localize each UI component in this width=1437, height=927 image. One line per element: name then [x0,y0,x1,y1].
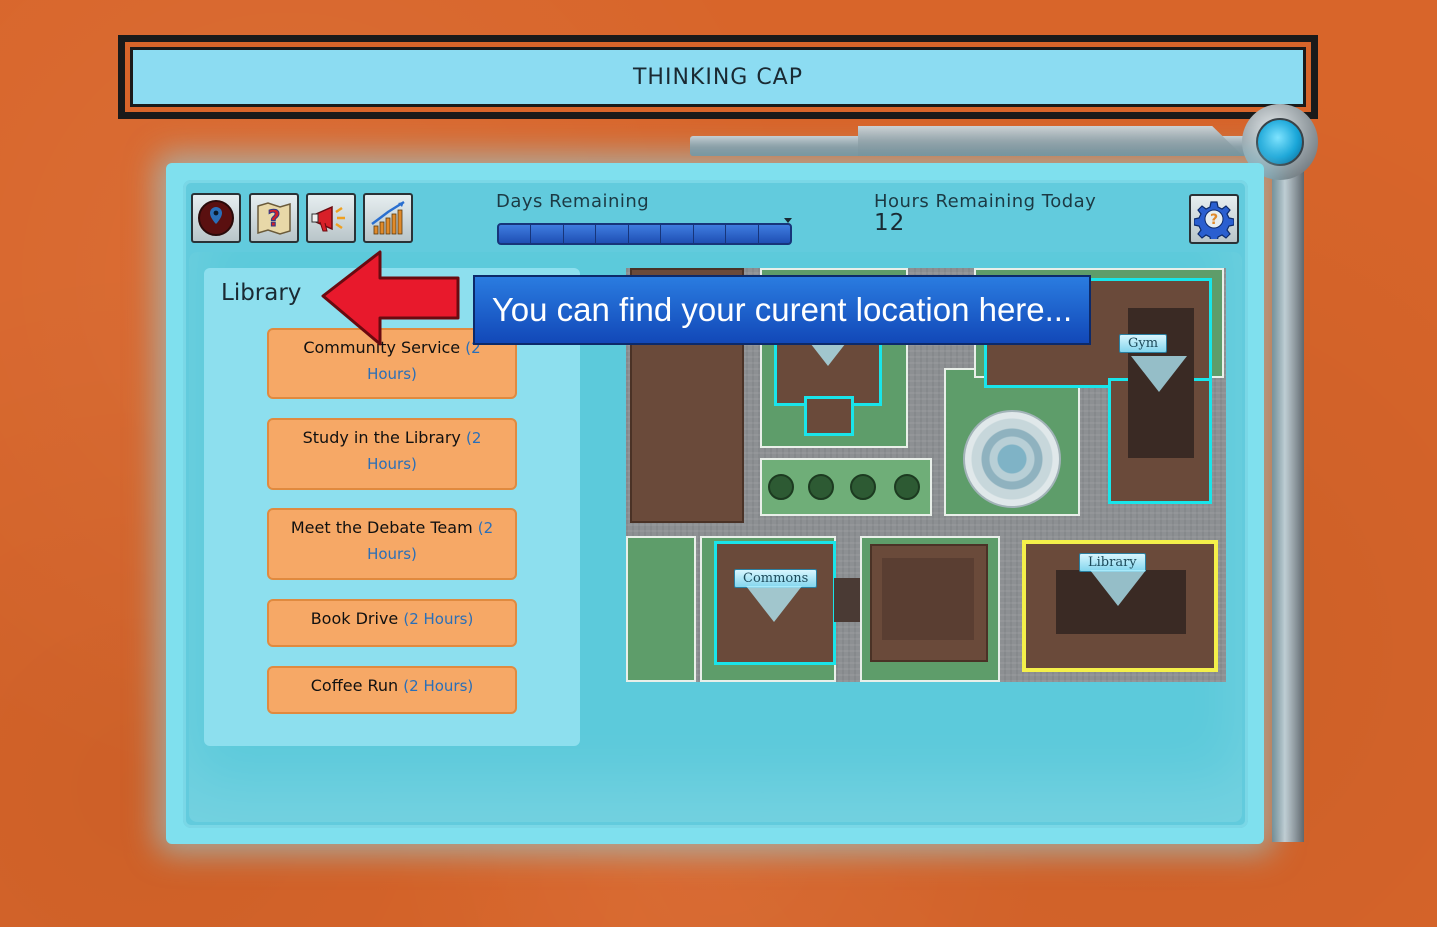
hours-remaining-value: 12 [874,210,906,236]
help-map-button[interactable]: ? [249,193,299,243]
map-grass-southwest [626,536,696,682]
days-segment [531,225,564,243]
tutorial-message: You can find your curent location here..… [491,291,1073,328]
title-banner: THINKING CAP [118,35,1318,119]
game-title: THINKING CAP [632,64,804,90]
tutorial-arrow-icon [321,250,460,346]
bar-chart-icon [371,200,405,235]
location-button[interactable] [191,193,241,243]
activity-study-library-button[interactable]: Study in the Library (2 Hours) [267,418,517,490]
days-marker-icon [784,218,792,223]
activity-label: Meet the Debate Team [290,518,473,537]
activity-coffee-run-button[interactable]: Coffee Run (2 Hours) [267,666,517,714]
map-label-gym[interactable]: Gym [1119,334,1168,353]
pipe-horizontal-wide [858,126,1243,156]
days-segment [694,225,727,243]
pipe-vertical [1272,170,1304,842]
announcements-button[interactable] [306,193,356,243]
days-segment [661,225,694,243]
activity-hours: (2 Hours) [403,610,474,628]
days-segment [629,225,662,243]
megaphone-icon [311,205,345,232]
days-segment [564,225,597,243]
activity-label: Coffee Run [310,676,399,695]
svg-text:?: ? [268,207,281,232]
stats-button[interactable] [363,193,413,243]
days-segment [596,225,629,243]
activity-label: Book Drive [310,609,399,628]
map-tree [894,474,920,500]
hours-remaining-label: Hours Remaining Today [874,191,1097,212]
activity-book-drive-button[interactable]: Book Drive (2 Hours) [267,599,517,647]
map-tree [850,474,876,500]
map-pin-icon [198,200,234,236]
map-fountain [963,410,1061,508]
map-beam-library [1090,570,1146,606]
map-beam-commons [746,586,802,622]
map-beam-gym [1131,356,1187,392]
days-segment [499,225,532,243]
activity-hours: (2 Hours) [403,677,474,695]
days-remaining-label: Days Remaining [496,191,650,212]
map-building-middle-roof [882,558,974,640]
map-building-north-annex[interactable] [804,396,854,436]
days-segment [726,225,759,243]
days-remaining-bar [497,223,792,245]
days-segment [759,225,790,243]
current-location-title: Library [221,280,302,306]
activity-debate-team-button[interactable]: Meet the Debate Team (2 Hours) [267,508,517,580]
gear-question-icon: ? [1194,201,1234,239]
tutorial-tooltip[interactable]: You can find your curent location here..… [473,275,1091,345]
activity-label: Study in the Library [302,428,461,447]
map-tree [768,474,794,500]
settings-button[interactable]: ? [1189,194,1239,244]
svg-text:?: ? [1210,212,1218,228]
question-map-icon: ? [257,202,291,235]
map-tree [808,474,834,500]
